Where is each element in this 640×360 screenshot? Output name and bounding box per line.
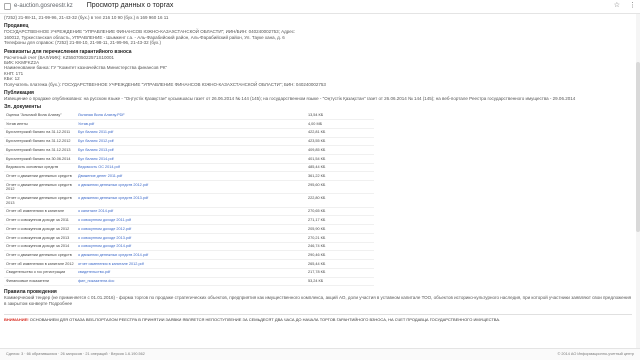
publication-line: Извещение о продаже опубликовано: на рус… xyxy=(4,95,576,101)
deposit-line: Получатель платежа (бух.): ГОСУДАРСТВЕНН… xyxy=(4,81,326,87)
table-row: Финансовые показатели фин_показатели.doc 5… xyxy=(4,277,374,287)
documents-table: Оценка "Альнаий Вила Алатау" Льняная Вила… xyxy=(4,111,374,287)
table-row: Бухгалтерский баланс на 31.12.2013 Бух ба… xyxy=(4,145,374,155)
doc-file-link[interactable]: о совокупном доходе 2012.pdf xyxy=(76,224,306,234)
table-row: Отчет о совокупном доходе за 2012 о совок… xyxy=(4,224,374,234)
contact-line: (7252) 21-98-11, 21-99-96, 21-43-32 (бух… xyxy=(4,15,169,20)
doc-size: 246,74 КБ xyxy=(306,242,374,252)
table-row: Свидетельство о гос регистрации свидетель… xyxy=(4,268,374,278)
doc-name: Отчет о совокупном доходе за 2013 xyxy=(4,233,76,243)
doc-file-link[interactable]: Бух баланс 2011.pdf xyxy=(76,128,306,138)
doc-name: Отчет об изменениях в капитале xyxy=(4,207,76,217)
seller-line: Телефоны для справок: (7252) 21-98-10, 2… xyxy=(4,40,162,46)
doc-file-link[interactable]: о движении денежных средств 2013.pdf xyxy=(76,193,306,208)
doc-size: 361,22 КБ xyxy=(306,171,374,182)
warning-box: ВНИМАНИЕ! ОСНОВАНИЕМ ДЛЯ ОТКАЗА ВЕБ-ПОРТ… xyxy=(4,314,632,323)
doc-size: 290,46 КБ xyxy=(306,250,374,261)
bookmark-star-icon[interactable]: ☆ xyxy=(614,2,620,10)
table-row: Отчет о совокупном доходе за 2014 о совок… xyxy=(4,242,374,252)
url-text[interactable]: e-auction.gosreestr.kz xyxy=(14,3,73,10)
table-row: Бухгалтерский баланс на 31.12.2012 Бух ба… xyxy=(4,137,374,147)
doc-size: 485,44 КБ xyxy=(306,163,374,173)
table-row: Бухгалтерский баланс на 31.12.2011 Бух ба… xyxy=(4,128,374,138)
doc-size: 270,65 КБ xyxy=(306,207,374,217)
doc-size: 423,55 КБ xyxy=(306,137,374,147)
doc-size: 13,54 КБ xyxy=(306,111,374,121)
doc-file-link[interactable]: фин_показатели.doc xyxy=(76,277,306,287)
doc-name: Отчет о движении денежных средств 2012 xyxy=(4,180,76,195)
doc-file-link[interactable]: о совокупном доходе 2014.pdf xyxy=(76,242,306,252)
rules-line: Коммерческий тендер (не применяется с 01… xyxy=(4,295,632,306)
browser-toolbar: e-auction.gosreestr.kz Просмотр данных о… xyxy=(0,0,640,14)
doc-file-link[interactable]: свидетельство.pdf xyxy=(76,268,306,278)
table-row: Отчет о движении денежных средств 2013 о … xyxy=(4,193,374,208)
doc-size: 205,90 КБ xyxy=(306,224,374,234)
doc-name: Ведомость основных средств xyxy=(4,163,76,173)
doc-size: 401,54 КБ xyxy=(306,154,374,164)
doc-size: 53,24 КБ xyxy=(306,277,374,287)
table-row: Ведомость основных средств Ведомость ОС 2… xyxy=(4,163,374,173)
doc-name: Бухгалтерский баланс на 30.06.2014 xyxy=(4,154,76,164)
doc-file-link[interactable]: о движении денежных средств 2012.pdf xyxy=(76,180,306,195)
table-row: Бухгалтерский баланс на 30.06.2014 Бух ба… xyxy=(4,154,374,164)
warning-text: ОСНОВАНИЕМ ДЛЯ ОТКАЗА ВЕБ-ПОРТАЛОМ РЕЕСТ… xyxy=(29,317,501,323)
doc-name: Отчет об изменениях в капитале 2012 xyxy=(4,259,76,269)
doc-file-link[interactable]: Устав.pdf xyxy=(76,119,306,129)
doc-name: Устав иенты xyxy=(4,119,76,129)
doc-file-link[interactable]: Бух баланс 2013.pdf xyxy=(76,145,306,155)
doc-name: Отчет о совокупном доходе за 2012 xyxy=(4,224,76,234)
doc-file-link[interactable]: о совокупном доходе 2011.pdf xyxy=(76,215,306,226)
doc-file-link[interactable]: о движении денежных средств 2014.pdf xyxy=(76,250,306,261)
documents-title: Эл. документы xyxy=(4,104,42,111)
doc-size: 222,80 КБ xyxy=(306,193,374,208)
table-row: Отчет об изменениях в капитале 2012 отчет… xyxy=(4,259,374,269)
doc-size: 265,44 КБ xyxy=(306,259,374,269)
doc-name: Отчет о движении денежных средств 2013 xyxy=(4,193,76,208)
doc-size: 270,21 КБ xyxy=(306,233,374,243)
doc-name: Бухгалтерский баланс на 31.12.2011 xyxy=(4,128,76,138)
doc-name: Отчет о совокупном доходе за 2011 xyxy=(4,215,76,226)
doc-name: Свидетельство о гос регистрации xyxy=(4,268,76,278)
table-row: Отчет о совокупном доходе за 2011 о совок… xyxy=(4,215,374,226)
doc-file-link[interactable]: отчет изменения в капитале 2012.pdf xyxy=(76,259,306,269)
doc-file-link[interactable]: Льняная Вила Алатау.PDF xyxy=(76,111,306,121)
table-row: Отчет о движении денежных средств Движени… xyxy=(4,171,374,182)
doc-name: Отчет о движении денежных средств xyxy=(4,250,76,261)
doc-file-link[interactable]: Ведомость ОС 2014.pdf xyxy=(76,163,306,173)
doc-size: 217,78 КБ xyxy=(306,268,374,278)
doc-name: Финансовые показатели xyxy=(4,277,76,287)
page-tab-title[interactable]: Просмотр данных о торгах xyxy=(87,2,174,10)
doc-file-link[interactable]: Бух баланс 2014.pdf xyxy=(76,154,306,164)
doc-name: Отчет о совокупном доходе за 2014 xyxy=(4,242,76,252)
doc-file-link[interactable]: о совокупном доходе 2013.pdf xyxy=(76,233,306,243)
doc-size: 271,17 КБ xyxy=(306,215,374,226)
doc-name: Отчет о движении денежных средств xyxy=(4,171,76,182)
doc-file-link[interactable]: о капитале 2014.pdf xyxy=(76,207,306,217)
address-bar[interactable]: e-auction.gosreestr.kz xyxy=(4,2,73,12)
doc-name: Бухгалтерский баланс на 31.12.2013 xyxy=(4,145,76,155)
doc-file-link[interactable]: Бух баланс 2012.pdf xyxy=(76,137,306,147)
table-row: Отчет о движении денежных средств 2012 о … xyxy=(4,180,374,195)
doc-size: 409,85 КБ xyxy=(306,145,374,155)
doc-name: Бухгалтерский баланс на 31.12.2012 xyxy=(4,137,76,147)
doc-name: Оценка "Альнаий Вила Алатау" xyxy=(4,111,76,121)
browser-menu-icon[interactable]: ⋮ xyxy=(629,2,636,10)
doc-file-link[interactable]: Движение денег 2011.pdf xyxy=(76,171,306,182)
footer-copyright: © 2014 АО Информационно-учетный центр xyxy=(557,352,634,357)
doc-size: 295,60 КБ xyxy=(306,180,374,195)
footer-stats: Сделок: 3 · 66 обратившихся · 26 запросо… xyxy=(6,352,145,357)
page-footer: Сделок: 3 · 66 обратившихся · 26 запросо… xyxy=(0,348,640,360)
scrollbar-thumb[interactable] xyxy=(636,62,640,232)
browser-actions: ☆ ⋮ xyxy=(614,2,636,10)
warning-label: ВНИМАНИЕ! xyxy=(4,317,29,323)
table-row: Отчет об изменениях в капитале о капитале… xyxy=(4,207,374,217)
doc-size: 4,00 МБ xyxy=(306,119,374,129)
doc-size: 422,81 КБ xyxy=(306,128,374,138)
table-row: Устав иенты Устав.pdf 4,00 МБ xyxy=(4,119,374,129)
table-row: Отчет о движении денежных средств о движе… xyxy=(4,250,374,261)
table-row: Отчет о совокупном доходе за 2013 о совок… xyxy=(4,233,374,243)
table-row: Оценка "Альнаий Вила Алатау" Льняная Вила… xyxy=(4,111,374,121)
site-info-icon[interactable] xyxy=(4,3,11,10)
page-content: (7252) 21-98-11, 21-99-96, 21-43-32 (бух… xyxy=(4,15,632,348)
